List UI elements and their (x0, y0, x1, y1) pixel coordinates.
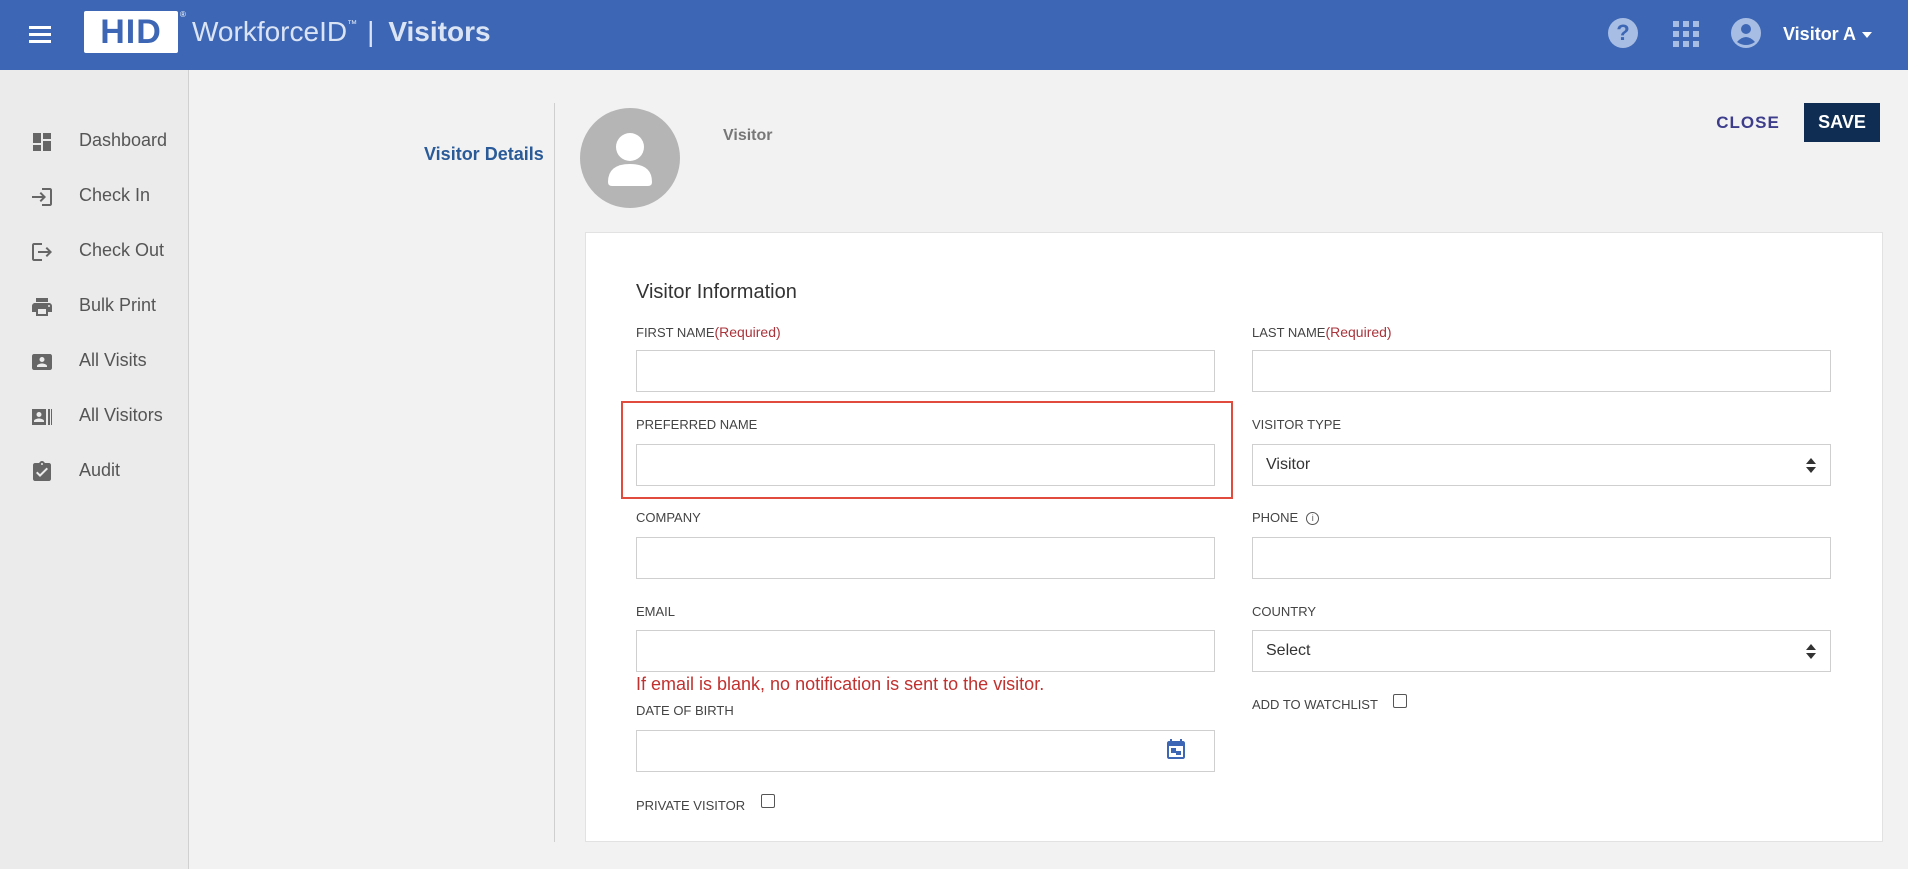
phone-label-text: PHONE (1252, 510, 1299, 525)
account-circle-icon[interactable] (1731, 18, 1761, 48)
select-arrows-icon (1806, 644, 1816, 660)
sidebar-item-check-in[interactable]: Check In (0, 171, 188, 219)
phone-label: PHONE i (1252, 510, 1320, 526)
sidebar-item-label: Check In (79, 185, 151, 205)
calendar-icon[interactable] (1164, 737, 1188, 763)
country-value: Select (1266, 642, 1311, 659)
person-icon (608, 133, 652, 186)
first-name-label: FIRST NAME(Required) (636, 324, 781, 340)
sidebar-item-label: Dashboard (79, 130, 168, 150)
country-select[interactable]: Select (1252, 630, 1831, 672)
section-divider (554, 103, 555, 842)
printer-icon (32, 298, 52, 316)
info-icon[interactable]: i (1306, 512, 1320, 526)
sidebar-item-audit[interactable]: Audit (0, 446, 188, 494)
hid-logo: HID (84, 11, 178, 53)
last-name-field[interactable] (1252, 350, 1831, 392)
brand-separator: | (367, 16, 375, 47)
app-brand: WorkforceID™ | Visitors (192, 16, 491, 48)
check-out-icon (32, 243, 52, 261)
menu-icon[interactable] (24, 22, 58, 48)
app-name: Visitors (388, 16, 491, 47)
select-arrows-icon (1806, 458, 1816, 474)
first-name-field[interactable] (636, 350, 1215, 392)
email-field[interactable] (636, 630, 1215, 672)
logo-registered-mark: ® (180, 10, 186, 19)
add-to-watchlist-label: ADD TO WATCHLIST (1252, 697, 1378, 712)
date-of-birth-label: DATE OF BIRTH (636, 703, 734, 718)
clipboard-check-icon (33, 461, 51, 481)
email-label: EMAIL (636, 604, 676, 619)
private-visitor-label: PRIVATE VISITOR (636, 798, 746, 813)
private-visitor-checkbox[interactable] (761, 794, 775, 808)
brand-name: WorkforceID (192, 16, 348, 47)
apps-grid-icon[interactable] (1673, 21, 1699, 47)
company-label: COMPANY (636, 510, 701, 525)
visitors-list-icon (32, 409, 52, 425)
hid-logo-text: HID (100, 13, 162, 51)
email-hint-text: If email is blank, no notification is se… (636, 674, 1045, 694)
visitor-type-label: VISITOR TYPE (1252, 417, 1342, 432)
country-label: COUNTRY (1252, 604, 1317, 619)
first-name-label-text: FIRST NAME (636, 325, 715, 340)
dashboard-icon (33, 133, 51, 151)
caret-down-icon (1862, 32, 1873, 39)
visits-card-icon (32, 354, 52, 370)
sidebar-item-label: All Visits (79, 350, 147, 370)
save-button[interactable]: SAVE (1804, 103, 1880, 142)
company-field[interactable] (636, 537, 1215, 579)
brand-trademark: ™ (347, 19, 358, 30)
section-title[interactable]: Visitor Details (424, 144, 544, 165)
required-indicator: (Required) (1325, 324, 1392, 340)
sidebar-item-all-visitors[interactable]: All Visitors (0, 391, 188, 439)
sidebar: Dashboard Check In Check Out Bulk Print … (0, 70, 189, 869)
sidebar-item-label: Bulk Print (79, 295, 157, 315)
visitor-type-select[interactable]: Visitor (1252, 444, 1831, 486)
preferred-name-field[interactable] (636, 444, 1215, 486)
form-title: Visitor Information (636, 281, 797, 303)
user-menu[interactable]: Visitor A (1783, 24, 1873, 45)
sidebar-item-bulk-print[interactable]: Bulk Print (0, 281, 188, 329)
required-indicator: (Required) (714, 324, 781, 340)
phone-field[interactable] (1252, 537, 1831, 579)
user-name: Visitor A (1783, 24, 1857, 44)
help-icon[interactable]: ? (1608, 18, 1638, 48)
check-in-icon (32, 188, 52, 206)
last-name-label: LAST NAME(Required) (1252, 324, 1392, 340)
avatar[interactable] (580, 108, 680, 208)
visitor-role-label: Visitor (723, 127, 773, 144)
sidebar-item-all-visits[interactable]: All Visits (0, 336, 188, 384)
close-button[interactable]: CLOSE (1712, 108, 1784, 138)
sidebar-item-label: All Visitors (79, 405, 163, 425)
preferred-name-label: PREFERRED NAME (636, 417, 758, 432)
last-name-label-text: LAST NAME (1252, 325, 1326, 340)
top-bar: HID ® WorkforceID™ | Visitors ? Visitor A (0, 0, 1908, 70)
sidebar-item-check-out[interactable]: Check Out (0, 226, 188, 274)
add-to-watchlist-checkbox[interactable] (1393, 694, 1407, 708)
date-of-birth-field[interactable] (636, 730, 1215, 772)
sidebar-item-label: Check Out (79, 240, 165, 260)
sidebar-item-label: Audit (79, 460, 121, 480)
visitor-type-value: Visitor (1266, 456, 1311, 473)
sidebar-item-dashboard[interactable]: Dashboard (0, 116, 188, 164)
